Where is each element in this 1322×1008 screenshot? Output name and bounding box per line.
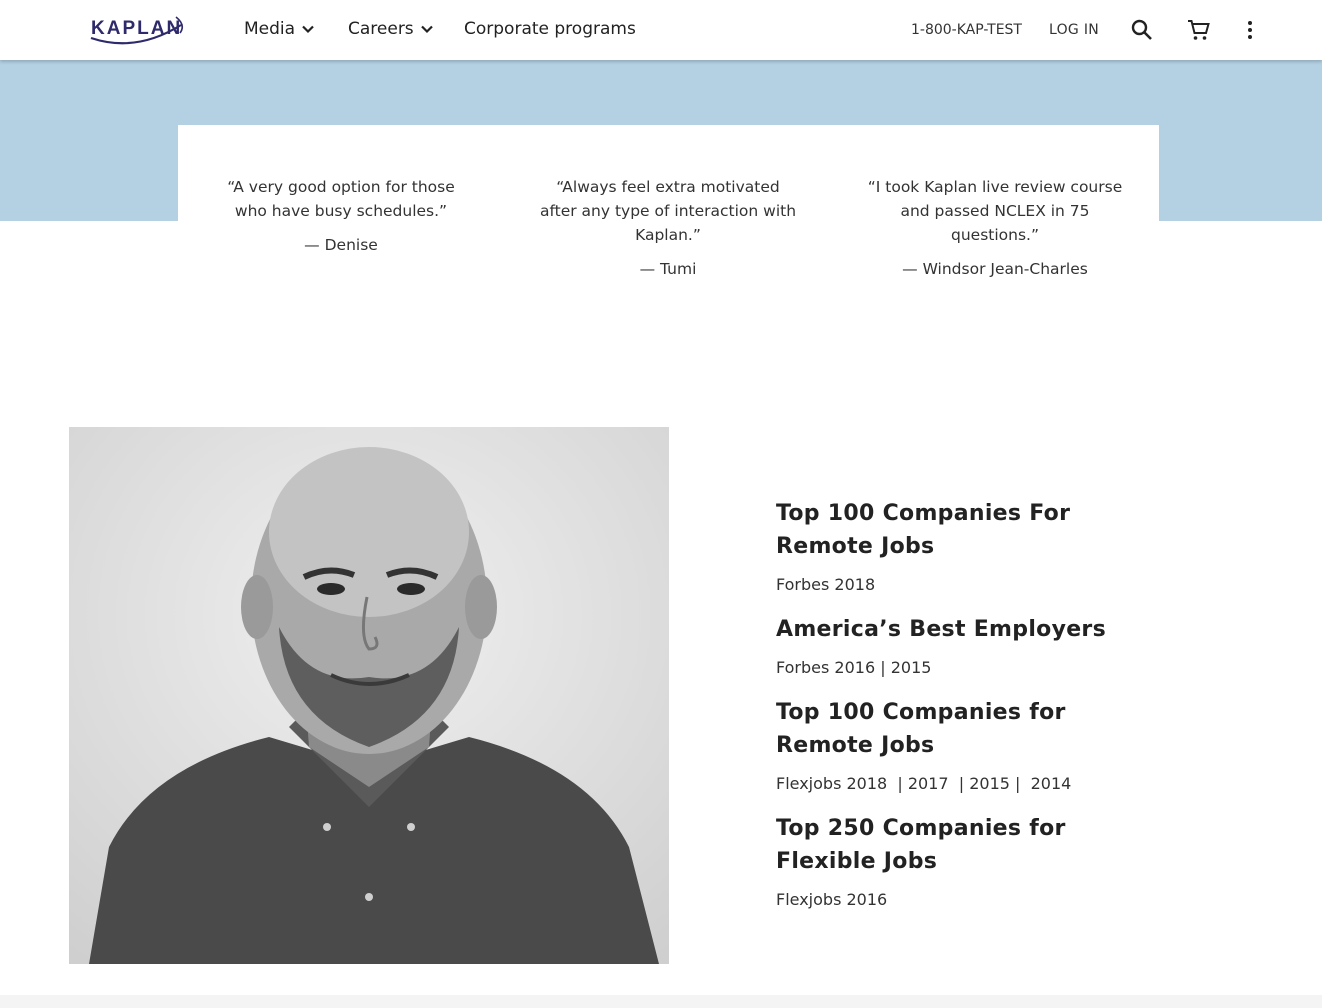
testimonial-author: — Tumi <box>639 260 697 278</box>
more-vert-icon[interactable] <box>1238 18 1262 42</box>
award-title: Top 100 Companies For Remote Jobs <box>776 501 1071 559</box>
testimonial-quote: “Always feel extra motivated after any t… <box>539 178 797 244</box>
award-item: America’s Best Employers Forbes 2016 | 2… <box>776 613 1156 678</box>
award-item: Top 100 Companies For Remote Jobs Forbes… <box>776 497 1156 595</box>
testimonial-quote: “I took Kaplan live review course and pa… <box>867 178 1123 244</box>
award-source: Forbes 2016 | 2015 <box>776 658 932 677</box>
testimonial-author: — Denise <box>304 236 378 254</box>
login-link[interactable]: LOG IN <box>1049 22 1099 38</box>
chevron-down-icon <box>302 25 314 34</box>
chevron-down-icon <box>420 25 433 34</box>
logo-text: KAPLAN <box>91 18 182 39</box>
cart-icon[interactable] <box>1187 18 1211 42</box>
award-item: Top 100 Companies for Remote Jobs Flexjo… <box>776 696 1156 794</box>
award-item: Top 250 Companies for Flexible Jobs Flex… <box>776 812 1156 910</box>
testimonial: “Always feel extra motivated after any t… <box>538 175 798 281</box>
testimonial: “A very good option for those who have b… <box>211 175 471 257</box>
nav-careers[interactable]: Careers <box>348 19 434 39</box>
footer-strip <box>0 995 1322 1008</box>
award-title: Top 100 Companies for Remote Jobs <box>776 700 1066 758</box>
search-icon[interactable] <box>1130 18 1154 42</box>
testimonial-quote: “A very good option for those who have b… <box>227 178 455 220</box>
awards-list: Top 100 Companies For Remote Jobs Forbes… <box>776 497 1156 928</box>
award-title: America’s Best Employers <box>776 617 1106 642</box>
employee-photo <box>69 427 669 964</box>
testimonial-author: — Windsor Jean-Charles <box>902 260 1088 278</box>
testimonial: “I took Kaplan live review course and pa… <box>865 175 1125 281</box>
award-source: Forbes 2018 <box>776 575 876 594</box>
nav-careers-label: Careers <box>348 19 414 39</box>
award-source: Flexjobs 2018 | 2017 | 2015 | 2014 <box>776 774 1072 793</box>
award-title: Top 250 Companies for Flexible Jobs <box>776 816 1066 874</box>
nav-corporate-programs-label: Corporate programs <box>464 19 636 39</box>
nav-media-label: Media <box>244 19 296 39</box>
testimonials-card: “A very good option for those who have b… <box>178 125 1159 305</box>
phone-link[interactable]: 1-800-KAP-TEST <box>911 22 1022 38</box>
award-source: Flexjobs 2016 <box>776 890 888 909</box>
kaplan-logo[interactable]: KAPLAN <box>88 11 186 49</box>
site-header: KAPLAN Media Careers Corporate programs … <box>0 0 1322 60</box>
nav-corporate-programs[interactable]: Corporate programs <box>464 19 636 39</box>
nav-media[interactable]: Media <box>244 19 315 39</box>
